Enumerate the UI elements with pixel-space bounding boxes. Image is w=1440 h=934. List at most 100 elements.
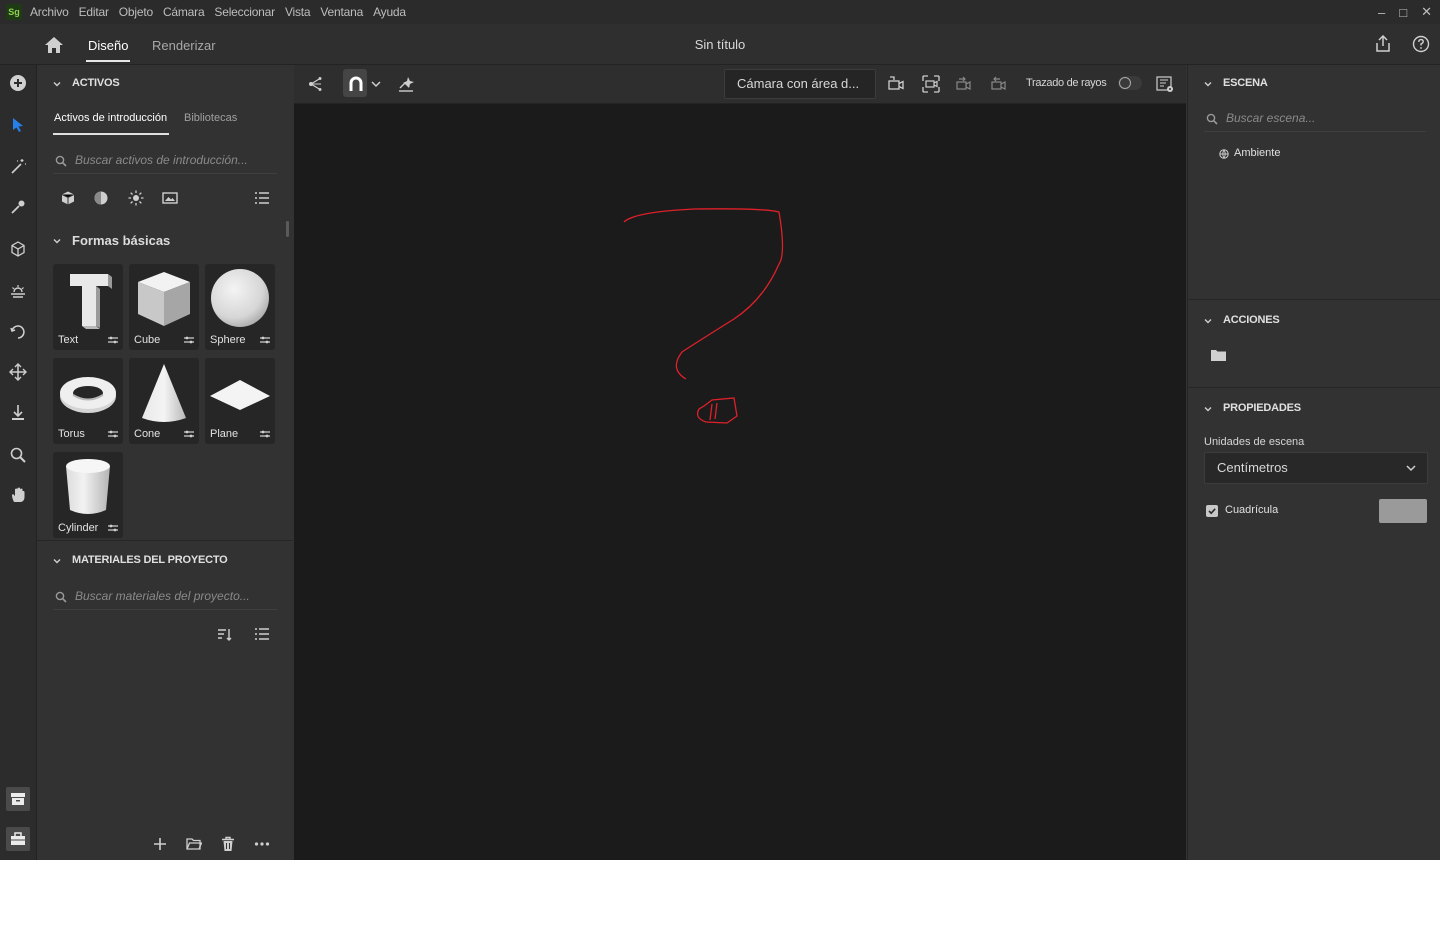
properties-title: PROPIEDADES — [1223, 402, 1301, 414]
chevron-down-icon[interactable] — [370, 75, 382, 93]
collapse-shapes-chevron-icon[interactable] — [53, 237, 61, 245]
undo-camera-icon[interactable] — [954, 75, 972, 93]
collapse-actions-chevron-icon[interactable] — [1204, 317, 1212, 325]
assets-search[interactable]: Buscar activos de introducción... — [53, 149, 277, 174]
cube-tool-icon[interactable] — [6, 237, 30, 261]
checkmark-icon — [1208, 508, 1216, 515]
grid-color-swatch[interactable] — [1379, 499, 1427, 523]
more-icon[interactable] — [254, 836, 270, 852]
shape-card-cube[interactable]: Cube — [129, 264, 199, 350]
shape-card-cone[interactable]: Cone — [129, 358, 199, 444]
menu-camara[interactable]: Cámara — [163, 5, 205, 19]
orbit-tool-icon[interactable] — [6, 320, 30, 344]
menu-archivo[interactable]: Archivo — [30, 5, 69, 19]
collapse-scene-chevron-icon[interactable] — [1204, 80, 1212, 88]
list-view-icon[interactable] — [254, 190, 270, 206]
assets-scrollbar[interactable] — [286, 221, 289, 237]
menu-objeto[interactable]: Objeto — [119, 5, 153, 19]
options-icon[interactable] — [183, 430, 195, 438]
menu-ventana[interactable]: Ventana — [320, 5, 363, 19]
cylinder-shape-thumbnail — [66, 459, 110, 514]
scene-units-value: Centímetros — [1217, 460, 1288, 475]
chevron-down-icon — [1406, 465, 1416, 472]
tab-libraries[interactable]: Bibliotecas — [184, 112, 237, 124]
materials-search-input[interactable]: Buscar materiales del proyecto... — [75, 589, 250, 603]
menu-editar[interactable]: Editar — [79, 5, 109, 19]
shape-card-torus[interactable]: Torus — [53, 358, 123, 444]
tab-active-indicator — [86, 60, 130, 62]
collapse-assets-chevron-icon[interactable] — [53, 80, 61, 88]
folder-open-icon[interactable] — [186, 836, 202, 852]
scene-search-input[interactable]: Buscar escena... — [1226, 111, 1315, 125]
sphere-shape-thumbnail — [211, 269, 269, 327]
add-icon[interactable] — [152, 836, 168, 852]
trash-icon[interactable] — [220, 836, 236, 852]
select-tool-icon[interactable] — [6, 113, 30, 137]
models-icon[interactable] — [60, 190, 76, 206]
window-controls: – □ ✕ — [1378, 0, 1432, 24]
materials-icon[interactable] — [93, 190, 109, 206]
options-icon[interactable] — [107, 430, 119, 438]
shape-label: Cone — [134, 428, 161, 440]
share-icon[interactable] — [1374, 35, 1392, 53]
collapse-properties-chevron-icon[interactable] — [1204, 405, 1212, 413]
archive-icon[interactable] — [6, 787, 30, 811]
options-icon[interactable] — [107, 336, 119, 344]
images-icon[interactable] — [162, 190, 178, 206]
shape-card-sphere[interactable]: Sphere — [205, 264, 275, 350]
materials-search[interactable]: Buscar materiales del proyecto... — [53, 585, 277, 610]
eyedropper-icon[interactable] — [6, 195, 30, 219]
assets-search-input[interactable]: Buscar activos de introducción... — [75, 153, 248, 167]
sort-icon[interactable] — [217, 626, 233, 642]
menu-vista[interactable]: Vista — [285, 5, 311, 19]
actions-title: ACCIONES — [1223, 314, 1280, 326]
collapse-materials-chevron-icon[interactable] — [53, 557, 61, 565]
dolly-tool-icon[interactable] — [6, 401, 30, 425]
options-icon[interactable] — [183, 336, 195, 344]
move-tool-icon[interactable] — [6, 360, 30, 384]
hand-tool-icon[interactable] — [6, 483, 30, 507]
text-shape-thumbnail — [70, 274, 112, 329]
lights-icon[interactable] — [128, 190, 144, 206]
scene-item-ambiente[interactable]: Ambiente — [1234, 147, 1280, 159]
environment-tool-icon[interactable] — [6, 280, 30, 304]
shape-card-plane[interactable]: Plane — [205, 358, 275, 444]
frame-camera-icon[interactable] — [922, 75, 940, 93]
shape-label: Cube — [134, 334, 161, 346]
render-settings-icon[interactable] — [1156, 75, 1174, 93]
close-button[interactable]: ✕ — [1421, 4, 1432, 20]
grid-checkbox[interactable] — [1206, 505, 1218, 517]
toolbox-icon[interactable] — [6, 827, 30, 851]
minimize-button[interactable]: – — [1378, 5, 1385, 20]
cone-shape-thumbnail — [142, 364, 186, 422]
plane-shape-thumbnail — [210, 380, 270, 410]
panel-divider — [1188, 387, 1440, 388]
scene-units-select[interactable]: Centímetros — [1204, 452, 1428, 484]
raytrace-toggle[interactable] — [1118, 76, 1142, 90]
options-icon[interactable] — [259, 336, 271, 344]
list-view-icon[interactable] — [254, 626, 270, 642]
folder-icon[interactable] — [1210, 348, 1227, 362]
drop-to-ground-icon[interactable] — [397, 75, 415, 93]
add-icon[interactable] — [6, 71, 30, 95]
panel-divider — [1188, 299, 1440, 300]
shape-card-text[interactable]: Text — [53, 264, 123, 350]
magnet-icon[interactable] — [347, 75, 365, 93]
help-icon[interactable] — [1412, 35, 1430, 53]
magic-wand-icon[interactable] — [6, 155, 30, 179]
viewport-toolbar: Cámara con área d... Trazado de rayos — [294, 65, 1186, 104]
camera-select[interactable]: Cámara con área d... — [724, 69, 876, 99]
scene-graph-icon[interactable] — [306, 75, 324, 93]
menu-seleccionar[interactable]: Seleccionar — [214, 5, 275, 19]
viewport-canvas[interactable] — [294, 104, 1186, 860]
shape-card-cylinder[interactable]: Cylinder — [53, 452, 123, 538]
camera-bookmark-icon[interactable] — [887, 75, 905, 93]
maximize-button[interactable]: □ — [1399, 5, 1407, 20]
zoom-tool-icon[interactable] — [6, 443, 30, 467]
options-icon[interactable] — [107, 524, 119, 532]
tab-intro-assets[interactable]: Activos de introducción — [54, 112, 167, 124]
scene-search[interactable]: Buscar escena... — [1204, 107, 1426, 132]
options-icon[interactable] — [259, 430, 271, 438]
redo-camera-icon[interactable] — [989, 75, 1007, 93]
menu-ayuda[interactable]: Ayuda — [373, 5, 406, 19]
